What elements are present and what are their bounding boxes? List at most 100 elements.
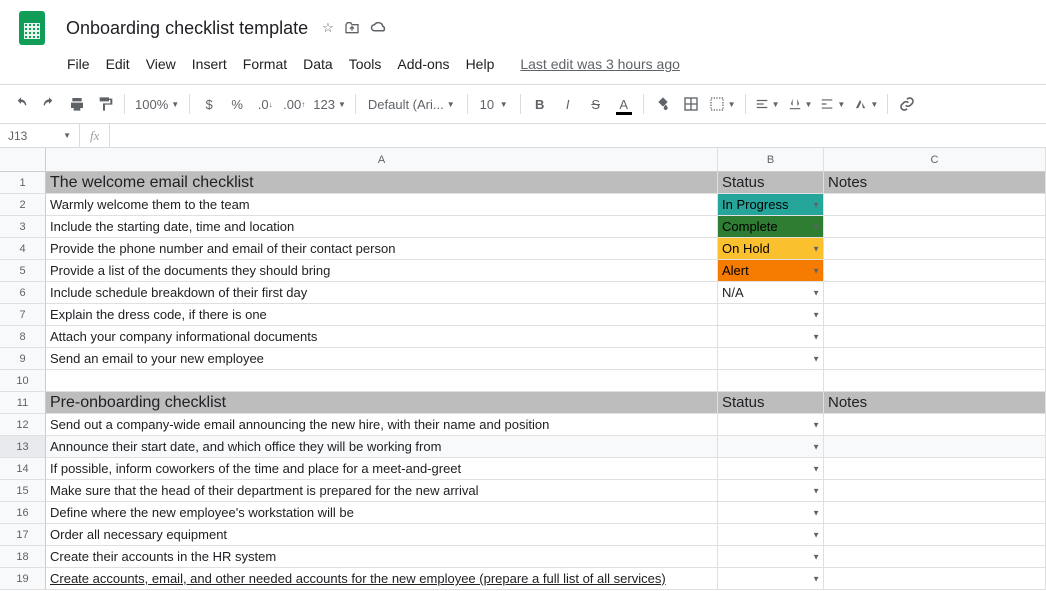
zoom-select[interactable]: 100%▼ [131, 91, 183, 117]
cell-b17[interactable]: ▼ [718, 524, 824, 546]
cell-b3[interactable]: Complete▼ [718, 216, 824, 238]
percent-button[interactable]: % [224, 91, 250, 117]
sheets-logo[interactable] [12, 8, 52, 48]
print-button[interactable] [64, 91, 90, 117]
merge-button[interactable]: ▼ [706, 91, 739, 117]
cell-c5[interactable] [824, 260, 1046, 282]
doc-title[interactable]: Onboarding checklist template [60, 16, 314, 41]
more-formats-button[interactable]: 123▼ [310, 91, 349, 117]
cell-c17[interactable] [824, 524, 1046, 546]
dropdown-icon[interactable]: ▼ [812, 310, 820, 319]
increase-decimal-button[interactable]: .00↑ [280, 91, 308, 117]
dropdown-icon[interactable]: ▼ [812, 442, 820, 451]
dropdown-icon[interactable]: ▼ [812, 266, 820, 275]
link-button[interactable] [894, 91, 920, 117]
dropdown-icon[interactable]: ▼ [812, 530, 820, 539]
cell-a2[interactable]: Warmly welcome them to the team [46, 194, 718, 216]
cell-c15[interactable] [824, 480, 1046, 502]
cell-c13[interactable] [824, 436, 1046, 458]
cell-c3[interactable] [824, 216, 1046, 238]
dropdown-icon[interactable]: ▼ [812, 552, 820, 561]
cell-a8[interactable]: Attach your company informational docume… [46, 326, 718, 348]
rotate-button[interactable]: ▼ [850, 91, 881, 117]
cell-c9[interactable] [824, 348, 1046, 370]
cell-b19[interactable]: ▼ [718, 568, 824, 590]
cell-a11[interactable]: Pre-onboarding checklist [46, 392, 718, 414]
row-header[interactable]: 11 [0, 392, 46, 414]
menu-format[interactable]: Format [236, 52, 294, 76]
cell-b15[interactable]: ▼ [718, 480, 824, 502]
dropdown-icon[interactable]: ▼ [812, 288, 820, 297]
cell-a5[interactable]: Provide a list of the documents they sho… [46, 260, 718, 282]
cloud-icon[interactable] [370, 20, 388, 36]
bold-button[interactable]: B [527, 91, 553, 117]
cell-c19[interactable] [824, 568, 1046, 590]
row-header[interactable]: 8 [0, 326, 46, 348]
cell-c4[interactable] [824, 238, 1046, 260]
cell-b10[interactable] [718, 370, 824, 392]
cell-a16[interactable]: Define where the new employee's workstat… [46, 502, 718, 524]
cell-c7[interactable] [824, 304, 1046, 326]
row-header[interactable]: 13 [0, 436, 46, 458]
row-header[interactable]: 19 [0, 568, 46, 590]
menu-edit[interactable]: Edit [99, 52, 137, 76]
row-header[interactable]: 5 [0, 260, 46, 282]
cell-b14[interactable]: ▼ [718, 458, 824, 480]
row-header[interactable]: 3 [0, 216, 46, 238]
menu-help[interactable]: Help [459, 52, 502, 76]
cell-c14[interactable] [824, 458, 1046, 480]
cell-b16[interactable]: ▼ [718, 502, 824, 524]
menu-view[interactable]: View [139, 52, 183, 76]
dropdown-icon[interactable]: ▼ [812, 420, 820, 429]
dropdown-icon[interactable]: ▼ [812, 244, 820, 253]
wrap-button[interactable]: ▼ [817, 91, 848, 117]
cell-a9[interactable]: Send an email to your new employee [46, 348, 718, 370]
row-header[interactable]: 6 [0, 282, 46, 304]
currency-button[interactable]: $ [196, 91, 222, 117]
halign-button[interactable]: ▼ [752, 91, 783, 117]
strike-button[interactable]: S [583, 91, 609, 117]
row-header[interactable]: 2 [0, 194, 46, 216]
font-select[interactable]: Default (Ari...▼ [362, 91, 461, 117]
cell-a1[interactable]: The welcome email checklist [46, 172, 718, 194]
cell-a14[interactable]: If possible, inform coworkers of the tim… [46, 458, 718, 480]
row-header[interactable]: 16 [0, 502, 46, 524]
dropdown-icon[interactable]: ▼ [812, 200, 820, 209]
cell-b6[interactable]: N/A▼ [718, 282, 824, 304]
cell-c18[interactable] [824, 546, 1046, 568]
dropdown-icon[interactable]: ▼ [812, 486, 820, 495]
redo-button[interactable] [36, 91, 62, 117]
cell-a7[interactable]: Explain the dress code, if there is one [46, 304, 718, 326]
row-header[interactable]: 10 [0, 370, 46, 392]
text-color-button[interactable]: A [611, 91, 637, 117]
dropdown-icon[interactable]: ▼ [812, 332, 820, 341]
valign-button[interactable]: ▼ [785, 91, 816, 117]
cell-b11[interactable]: Status [718, 392, 824, 414]
paint-format-button[interactable] [92, 91, 118, 117]
cell-a18[interactable]: Create their accounts in the HR system [46, 546, 718, 568]
cell-a13[interactable]: Announce their start date, and which off… [46, 436, 718, 458]
dropdown-icon[interactable]: ▼ [812, 508, 820, 517]
decrease-decimal-button[interactable]: .0↓ [252, 91, 278, 117]
last-edit-link[interactable]: Last edit was 3 hours ago [513, 52, 687, 76]
fill-color-button[interactable] [650, 91, 676, 117]
row-header[interactable]: 15 [0, 480, 46, 502]
row-header[interactable]: 7 [0, 304, 46, 326]
name-box[interactable]: J13▼ [0, 124, 80, 147]
col-header-c[interactable]: C [824, 148, 1046, 172]
cell-c11[interactable]: Notes [824, 392, 1046, 414]
cell-b7[interactable]: ▼ [718, 304, 824, 326]
menu-addons[interactable]: Add-ons [390, 52, 456, 76]
cell-c6[interactable] [824, 282, 1046, 304]
row-header[interactable]: 14 [0, 458, 46, 480]
italic-button[interactable]: I [555, 91, 581, 117]
row-header[interactable]: 17 [0, 524, 46, 546]
cell-b9[interactable]: ▼ [718, 348, 824, 370]
cell-b4[interactable]: On Hold▼ [718, 238, 824, 260]
row-header[interactable]: 1 [0, 172, 46, 194]
col-header-a[interactable]: A [46, 148, 718, 172]
cell-a3[interactable]: Include the starting date, time and loca… [46, 216, 718, 238]
cell-c12[interactable] [824, 414, 1046, 436]
col-header-b[interactable]: B [718, 148, 824, 172]
cell-c10[interactable] [824, 370, 1046, 392]
